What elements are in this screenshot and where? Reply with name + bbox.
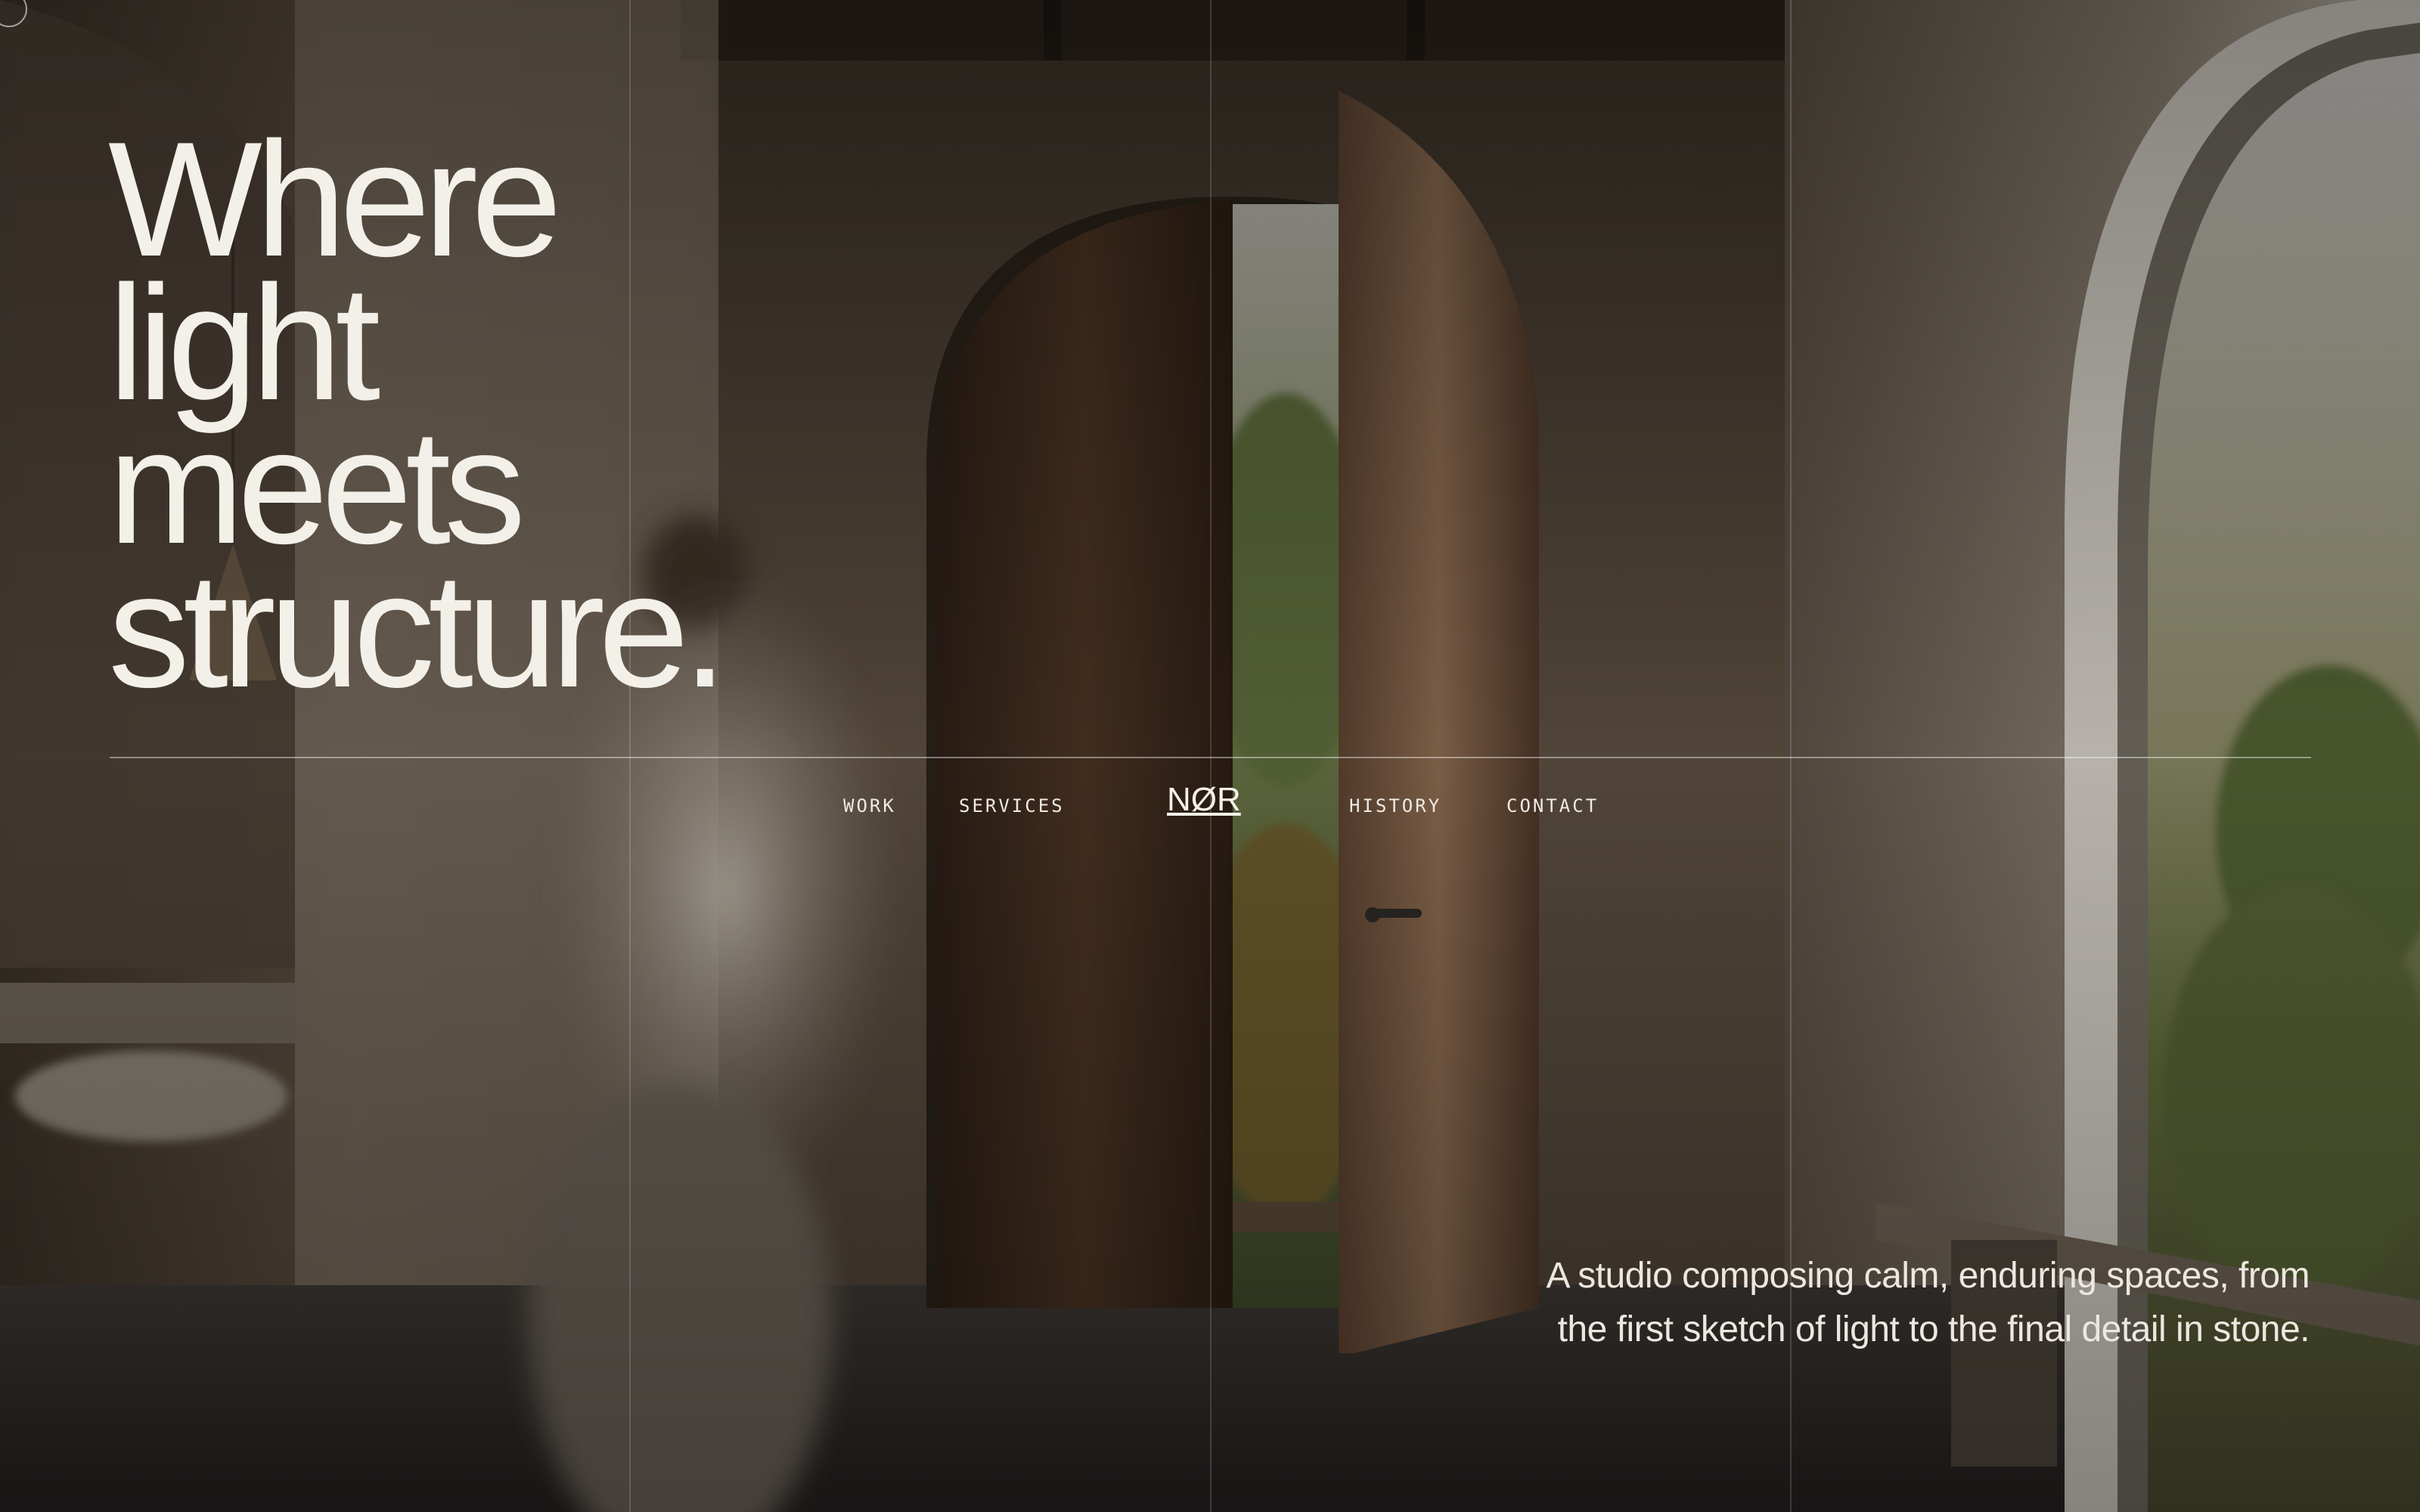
headline-line: meets [108, 395, 526, 578]
grid-line-2 [1210, 0, 1212, 1512]
hero-headline: Where light meets structure. [108, 107, 728, 721]
headline-line: Where [108, 107, 562, 290]
nav-link-contact[interactable]: CONTACT [1506, 795, 1599, 816]
studio-tagline: A studio composing calm, enduring spaces… [1546, 1256, 2310, 1349]
nav-link-services[interactable]: SERVICES [959, 795, 1065, 816]
headline-line: structure. [108, 538, 728, 721]
divider [110, 757, 2311, 758]
nav-link-work[interactable]: WORK [843, 795, 896, 816]
headline-line: light [108, 251, 380, 434]
page: Where light meets structure. WORK SERVIC… [0, 0, 2420, 1512]
logo[interactable]: NØR [1167, 781, 1241, 819]
nav-link-history[interactable]: HISTORY [1349, 795, 1441, 816]
